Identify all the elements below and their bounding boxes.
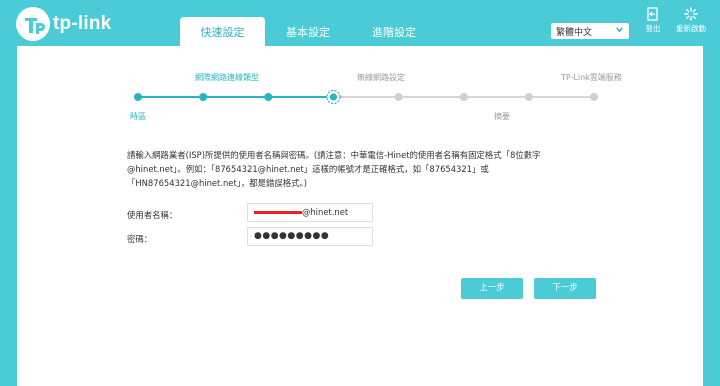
step-label-timezone: 時區 <box>130 112 146 121</box>
logout-icon <box>647 7 658 21</box>
main-panel: 網際網路連線類型 無線網路設定 TP-Link雲端服務 時區 摘要 請輸入網路業… <box>17 46 703 386</box>
tab-basic[interactable]: 基本設定 <box>265 17 351 46</box>
password-label: 密碼： <box>127 234 153 244</box>
header: tp-link 快速設定 基本設定 進階設定 繁體中文 登出 重新啟動 <box>0 0 720 46</box>
isp-instructions: 請輸入網路業者(ISP)所提供的使用者名稱與密碼。(請注意：中華電信-Hinet… <box>127 150 541 188</box>
redacted-username <box>254 211 302 214</box>
stepper-dot-complete <box>264 93 273 101</box>
reboot-button[interactable]: 重新啟動 <box>674 7 708 34</box>
next-button[interactable]: 下一步 <box>534 278 596 299</box>
language-select[interactable]: 繁體中文 <box>551 23 629 39</box>
stepper-dot-pending <box>394 93 403 101</box>
step-label-cloud: TP-Link雲端服務 <box>561 73 622 82</box>
stepper-dot-current <box>329 93 338 101</box>
stepper-dot-pending <box>590 93 598 101</box>
step-label-wireless: 無線網路設定 <box>357 73 405 82</box>
password-input[interactable]: ●●●●●●●●● <box>247 227 373 246</box>
logout-label: 登出 <box>645 24 661 33</box>
tab-quick-setup[interactable]: 快速設定 <box>180 17 265 46</box>
stepper-dot-complete <box>134 93 142 101</box>
tp-link-logo-icon <box>16 7 50 41</box>
stepper-dot-pending <box>459 93 468 101</box>
chevron-down-icon <box>616 27 623 33</box>
step-label-summary: 摘要 <box>494 112 510 121</box>
tp-link-logo: tp-link <box>15 6 111 42</box>
progress-stepper <box>134 89 598 105</box>
stepper-dot-pending <box>524 93 533 101</box>
brand-name: tp-link <box>53 13 112 34</box>
reboot-icon <box>684 7 698 21</box>
main-tabs: 快速設定 基本設定 進階設定 <box>180 17 437 46</box>
username-input[interactable]: @hinet.net <box>247 203 373 222</box>
language-selected: 繁體中文 <box>556 28 593 38</box>
step-label-internet-type: 網際網路連線類型 <box>195 73 259 82</box>
username-label: 使用者名稱： <box>127 210 178 220</box>
stepper-dot-complete <box>199 93 208 101</box>
logout-button[interactable]: 登出 <box>643 7 663 34</box>
back-button[interactable]: 上一步 <box>461 278 523 299</box>
reboot-label: 重新啟動 <box>676 24 706 33</box>
username-suffix: @hinet.net <box>302 207 349 217</box>
tab-advanced[interactable]: 進階設定 <box>351 17 437 46</box>
